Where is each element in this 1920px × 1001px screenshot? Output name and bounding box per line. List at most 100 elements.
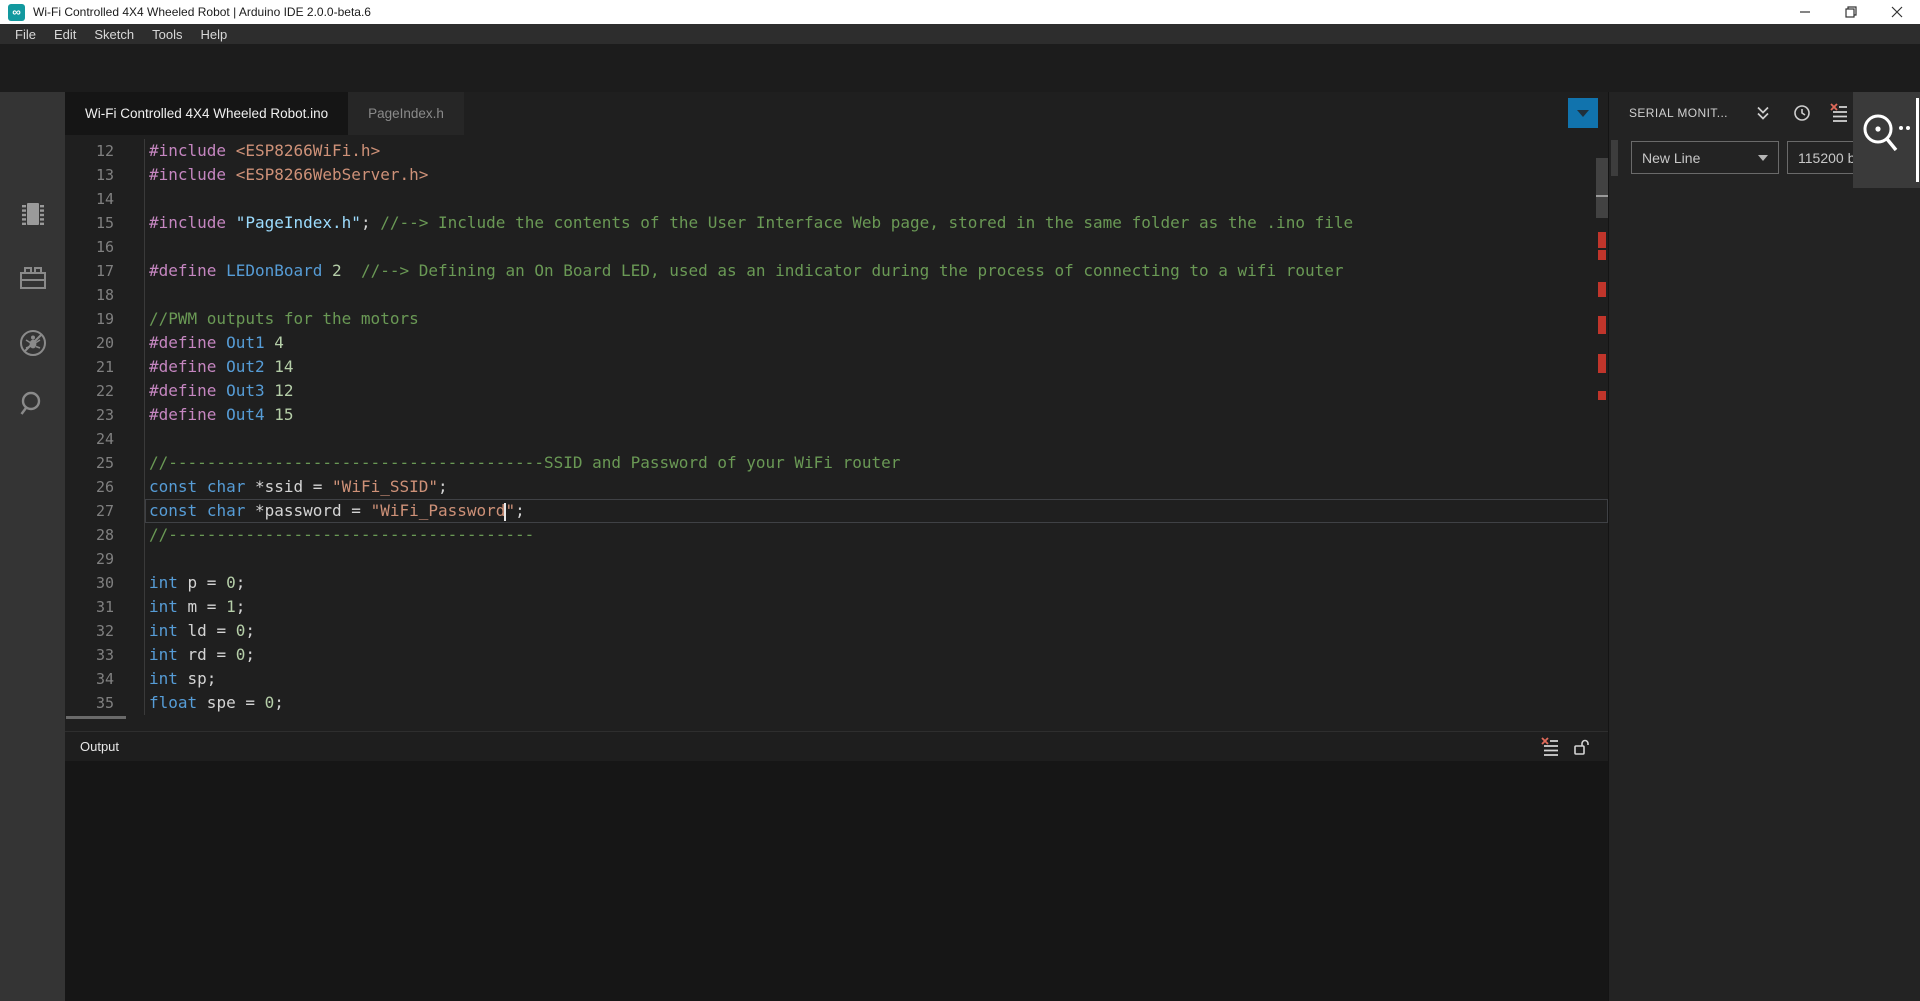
code-line-35[interactable]: 35float spe = 0;	[65, 691, 1608, 715]
line-text: const char *password = "WiFi_Password";	[144, 499, 1608, 523]
line-number: 20	[65, 331, 114, 355]
collapse-panel-button[interactable]	[1752, 102, 1774, 124]
line-number: 27	[65, 499, 114, 523]
line-number: 30	[65, 571, 114, 595]
line-number: 15	[65, 211, 114, 235]
clear-serial-button[interactable]	[1828, 102, 1850, 124]
line-number: 31	[65, 595, 114, 619]
code-line-34[interactable]: 34int sp;	[65, 667, 1608, 691]
sidebar-item-library-manager[interactable]	[18, 263, 48, 293]
line-text: #include <ESP8266WiFi.h>	[144, 139, 1608, 163]
code-line-16[interactable]: 16	[65, 235, 1608, 259]
clear-output-icon	[1829, 103, 1849, 123]
line-number: 24	[65, 427, 114, 451]
serial-monitor-panel: SERIAL MONIT... New Line 115200 b	[1608, 92, 1920, 1001]
line-number: 28	[65, 523, 114, 547]
code-line-15[interactable]: 15 #include "PageIndex.h"; //--> Include …	[65, 211, 1608, 235]
menu-tools[interactable]: Tools	[143, 27, 191, 42]
line-number: 16	[65, 235, 114, 259]
line-ending-select[interactable]: New Line	[1631, 141, 1779, 174]
window-controls	[1782, 0, 1920, 24]
line-text: int ld = 0;	[144, 619, 1608, 643]
close-icon	[1891, 6, 1903, 18]
chip-icon	[19, 199, 47, 229]
minimize-icon	[1799, 6, 1811, 18]
tab-0[interactable]: Wi-Fi Controlled 4X4 Wheeled Robot.ino	[65, 92, 348, 135]
code-line-13[interactable]: 13#include <ESP8266WebServer.h>	[65, 163, 1608, 187]
debug-disabled-icon	[18, 328, 48, 358]
tab-1[interactable]: PageIndex.h	[348, 92, 464, 135]
code-line-29[interactable]: 29	[65, 547, 1608, 571]
code-line-20[interactable]: 20 #define Out1 4	[65, 331, 1608, 355]
code-line-30[interactable]: 30 int p = 0;	[65, 571, 1608, 595]
scroll-position-indicator	[1596, 195, 1608, 197]
code-line-19[interactable]: 19 //PWM outputs for the motors	[65, 307, 1608, 331]
scroll-lock-button[interactable]	[1568, 736, 1592, 758]
code-line-17[interactable]: 17#define LEDonBoard 2 //--> Defining an…	[65, 259, 1608, 283]
error-marker	[1598, 232, 1606, 248]
line-number: 26	[65, 475, 114, 499]
magnifier-overlay[interactable]	[1853, 92, 1920, 188]
code-editor[interactable]: 12#include <ESP8266WiFi.h>13#include <ES…	[65, 135, 1608, 731]
clock-icon	[1793, 104, 1811, 122]
minimize-button[interactable]	[1782, 0, 1828, 24]
menu-file[interactable]: File	[6, 27, 45, 42]
code-line-26[interactable]: 26 const char *ssid = "WiFi_SSID";	[65, 475, 1608, 499]
menu-edit[interactable]: Edit	[45, 27, 85, 42]
line-text: #define LEDonBoard 2 //--> Defining an O…	[144, 259, 1608, 283]
code-line-25[interactable]: 25//------------------------------------…	[65, 451, 1608, 475]
code-line-32[interactable]: 32 int ld = 0;	[65, 619, 1608, 643]
code-line-33[interactable]: 33 int rd = 0;	[65, 643, 1608, 667]
close-button[interactable]	[1874, 0, 1920, 24]
sidebar-item-search[interactable]	[18, 389, 48, 419]
editor-actions-button[interactable]	[1568, 98, 1598, 128]
sidebar-item-debug[interactable]	[18, 328, 48, 358]
line-number: 19	[65, 307, 114, 331]
line-text: int rd = 0;	[144, 643, 1608, 667]
library-icon	[18, 264, 48, 292]
line-text	[144, 235, 1608, 259]
clear-output-button[interactable]	[1538, 736, 1562, 758]
line-number: 33	[65, 643, 114, 667]
line-number: 21	[65, 355, 114, 379]
code-line-23[interactable]: 23#define Out4 15	[65, 403, 1608, 427]
scrollbar-thumb[interactable]	[1596, 158, 1608, 218]
code-line-28[interactable]: 28 //------------------------------------…	[65, 523, 1608, 547]
output-panel: Output	[65, 731, 1608, 1001]
line-text: #include "PageIndex.h"; //--> Include th…	[144, 211, 1608, 235]
code-line-27[interactable]: 27 const char *password = "WiFi_Password"…	[65, 499, 1608, 523]
output-header: Output	[65, 732, 1608, 761]
code-line-24[interactable]: 24	[65, 427, 1608, 451]
line-text	[144, 547, 1608, 571]
timestamp-toggle-button[interactable]	[1791, 102, 1813, 124]
code-line-12[interactable]: 12#include <ESP8266WiFi.h>	[65, 139, 1608, 163]
line-number: 35	[65, 691, 114, 715]
code-line-18[interactable]: 18	[65, 283, 1608, 307]
line-number: 32	[65, 619, 114, 643]
line-text: //--------------------------------------	[144, 523, 1608, 547]
chevron-down-icon	[1758, 155, 1768, 161]
menu-sketch[interactable]: Sketch	[85, 27, 143, 42]
code-line-14[interactable]: 14	[65, 187, 1608, 211]
panel-scrollbar[interactable]	[1611, 140, 1618, 176]
horizontal-scrollbar-thumb[interactable]	[66, 716, 126, 719]
line-text: #define Out1 4	[144, 331, 1608, 355]
line-text: #define Out3 12	[144, 379, 1608, 403]
magnifier-window-edge	[1916, 98, 1919, 182]
output-content[interactable]	[65, 761, 1608, 1001]
code-line-21[interactable]: 21#define Out2 14	[65, 355, 1608, 379]
code-line-31[interactable]: 31int m = 1;	[65, 595, 1608, 619]
restore-icon	[1845, 6, 1857, 18]
line-text: const char *ssid = "WiFi_SSID";	[144, 475, 1608, 499]
menu-help[interactable]: Help	[191, 27, 236, 42]
activity-bar	[0, 92, 65, 1001]
code-line-22[interactable]: 22 #define Out3 12	[65, 379, 1608, 403]
line-text: int p = 0;	[144, 571, 1608, 595]
line-number: 22	[65, 379, 114, 403]
line-text: //PWM outputs for the motors	[144, 307, 1608, 331]
sidebar-item-boards-manager[interactable]	[18, 199, 48, 229]
overview-ruler[interactable]	[1596, 135, 1608, 731]
line-text: #define Out4 15	[144, 403, 1608, 427]
restore-button[interactable]	[1828, 0, 1874, 24]
error-marker	[1598, 250, 1606, 260]
